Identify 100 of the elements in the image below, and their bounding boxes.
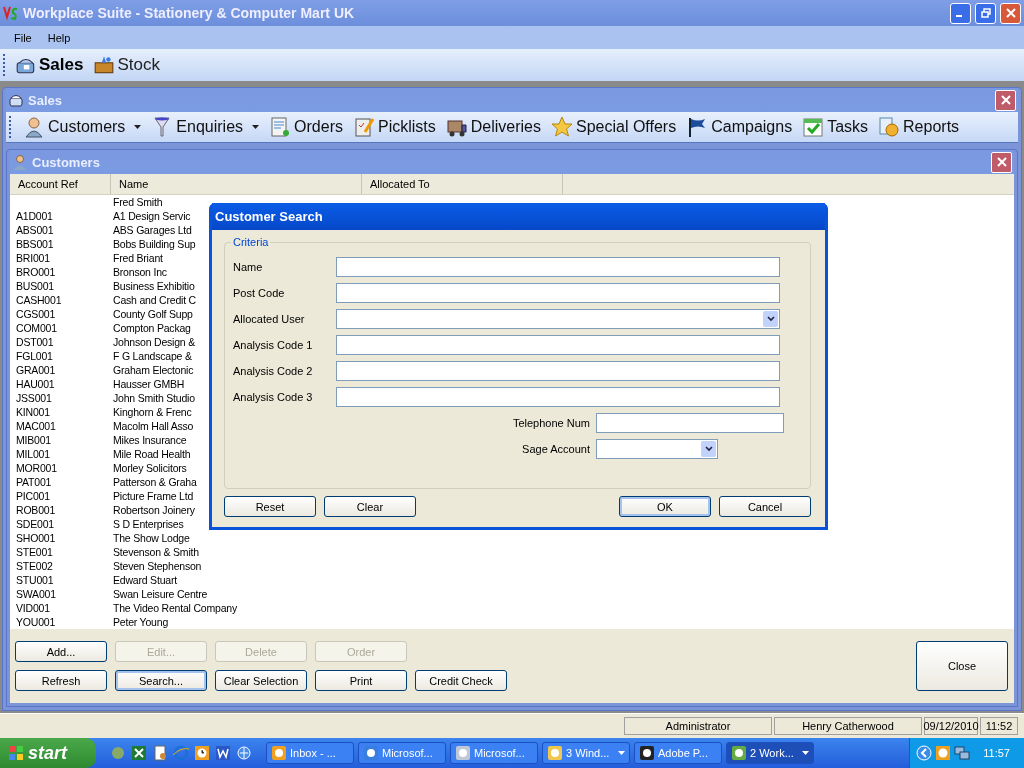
account-ref-cell: MAC001: [16, 420, 56, 432]
dialog-button[interactable]: Reset: [224, 496, 316, 517]
taskbar-button[interactable]: 3 Wind...: [542, 742, 630, 764]
dropdown-field[interactable]: [336, 309, 780, 329]
toolbar-button[interactable]: Tasks: [802, 116, 869, 138]
dialog-button[interactable]: Cancel: [719, 496, 811, 517]
text-field[interactable]: [596, 413, 784, 433]
column-header[interactable]: Account Ref: [10, 174, 111, 194]
caret-icon[interactable]: [134, 125, 142, 129]
account-ref-cell: YOU001: [16, 616, 56, 628]
column-header[interactable]: Name: [111, 174, 362, 194]
toolbar-button[interactable]: Picklists: [352, 116, 436, 138]
text-field[interactable]: [336, 335, 780, 355]
quick-launch-icon[interactable]: [110, 745, 126, 761]
text-field[interactable]: [336, 387, 780, 407]
dialog-button[interactable]: OK: [619, 496, 711, 517]
close-button[interactable]: [995, 89, 1016, 111]
globe-icon[interactable]: [236, 745, 252, 761]
toolbar-button[interactable]: Customers: [23, 116, 142, 138]
customer-name-cell: Peter Young: [113, 616, 169, 628]
text-field[interactable]: [336, 361, 780, 381]
clock-icon[interactable]: [935, 745, 952, 761]
account-ref-cell: CASH001: [16, 294, 62, 306]
column-header[interactable]: Allocated To: [362, 174, 563, 194]
clock-icon[interactable]: [194, 745, 210, 761]
app-icon: [363, 745, 379, 761]
taskbar-button[interactable]: 2 Work...: [726, 742, 814, 764]
toolbar-button[interactable]: Campaigns: [686, 116, 793, 138]
toolbar-button[interactable]: Enquiries: [151, 116, 260, 138]
close-button[interactable]: [1000, 2, 1021, 24]
account-ref-cell: SHO001: [16, 532, 56, 544]
account-ref-cell: JSS001: [16, 392, 52, 404]
field-label: Name: [233, 261, 264, 273]
app-logo-icon: [3, 5, 19, 21]
action-button[interactable]: Credit Check: [415, 670, 507, 691]
app-icon: [455, 745, 471, 761]
account-ref-cell: MIL001: [16, 448, 50, 460]
close-button[interactable]: [991, 151, 1012, 173]
app-icon: [639, 745, 655, 761]
module-tab[interactable]: Sales: [13, 54, 86, 76]
taskbar-button[interactable]: Adobe P...: [634, 742, 722, 764]
taskbar-button[interactable]: Inbox - ...: [266, 742, 354, 764]
customer-name-cell: Mile Road Health: [113, 448, 191, 460]
text-field[interactable]: [336, 257, 780, 277]
close-icon: [1005, 8, 1016, 18]
status-panel: Henry Catherwood: [774, 717, 922, 735]
customer-name-cell: Robertson Joinery: [113, 504, 195, 516]
sales-window-title: Sales: [28, 92, 62, 108]
customer-name-cell: Morley Solicitors: [113, 462, 187, 474]
close-icon: [1000, 95, 1011, 105]
star-icon: [551, 116, 573, 138]
customer-name-cell: Johnson Design &: [113, 336, 196, 348]
account-ref-cell: BRI001: [16, 252, 50, 264]
account-ref-cell: BUS001: [16, 280, 54, 292]
menu-item[interactable]: File: [6, 31, 40, 44]
customer-name-cell: Compton Packag: [113, 322, 191, 334]
dialog-title: Customer Search: [215, 209, 323, 224]
customer-name-cell: Bronson Inc: [113, 266, 167, 278]
word-processor-icon[interactable]: [215, 745, 231, 761]
action-button[interactable]: Clear Selection: [215, 670, 307, 691]
caret-icon[interactable]: [252, 125, 260, 129]
dialog-button[interactable]: Clear: [324, 496, 416, 517]
box-icon: [93, 54, 116, 76]
taskbar-button[interactable]: Microsof...: [358, 742, 446, 764]
field-label: Analysis Code 3: [233, 391, 314, 403]
menu-item[interactable]: Help: [39, 31, 79, 44]
start-button[interactable]: start: [0, 738, 96, 768]
text-field[interactable]: [336, 283, 780, 303]
action-button[interactable]: Print: [315, 670, 407, 691]
account-ref-cell: VID001: [16, 602, 50, 614]
module-tab[interactable]: Stock: [91, 54, 162, 76]
chevron-left-icon[interactable]: [916, 745, 933, 761]
close-button[interactable]: Close: [916, 641, 1008, 691]
taskbar-button[interactable]: Microsof...: [450, 742, 538, 764]
action-button[interactable]: Refresh: [15, 670, 107, 691]
toolbar-button[interactable]: Reports: [878, 116, 960, 138]
account-ref-cell: PAT001: [16, 476, 52, 488]
account-ref-cell: GRA001: [16, 364, 56, 376]
customer-name-cell: Steven Stephenson: [113, 560, 202, 572]
action-button[interactable]: Add...: [15, 641, 107, 662]
caret-icon: [618, 751, 625, 755]
minimize-button[interactable]: [950, 2, 971, 24]
dropdown-field[interactable]: [596, 439, 718, 459]
restore-button[interactable]: [975, 2, 996, 24]
account-ref-cell: HAU001: [16, 378, 55, 390]
customer-name-cell: John Smith Studio: [113, 392, 195, 404]
toolbar-button[interactable]: Orders: [269, 116, 343, 138]
customer-name-cell: The Show Lodge: [113, 532, 190, 544]
action-button[interactable]: Search...: [115, 670, 207, 691]
network-icon[interactable]: [954, 745, 971, 761]
account-ref-cell: CGS001: [16, 308, 56, 320]
field-label: Post Code: [233, 287, 286, 299]
customer-name-cell: Graham Electonic: [113, 364, 194, 376]
document-icon[interactable]: [152, 745, 168, 761]
customer-name-cell: Edward Stuart: [113, 574, 177, 586]
account-ref-cell: COM001: [16, 322, 57, 334]
spreadsheet-icon[interactable]: [131, 745, 147, 761]
account-ref-cell: KIN001: [16, 406, 50, 418]
toolbar-button[interactable]: Deliveries: [445, 116, 541, 138]
toolbar-button[interactable]: Special Offers: [551, 116, 677, 138]
